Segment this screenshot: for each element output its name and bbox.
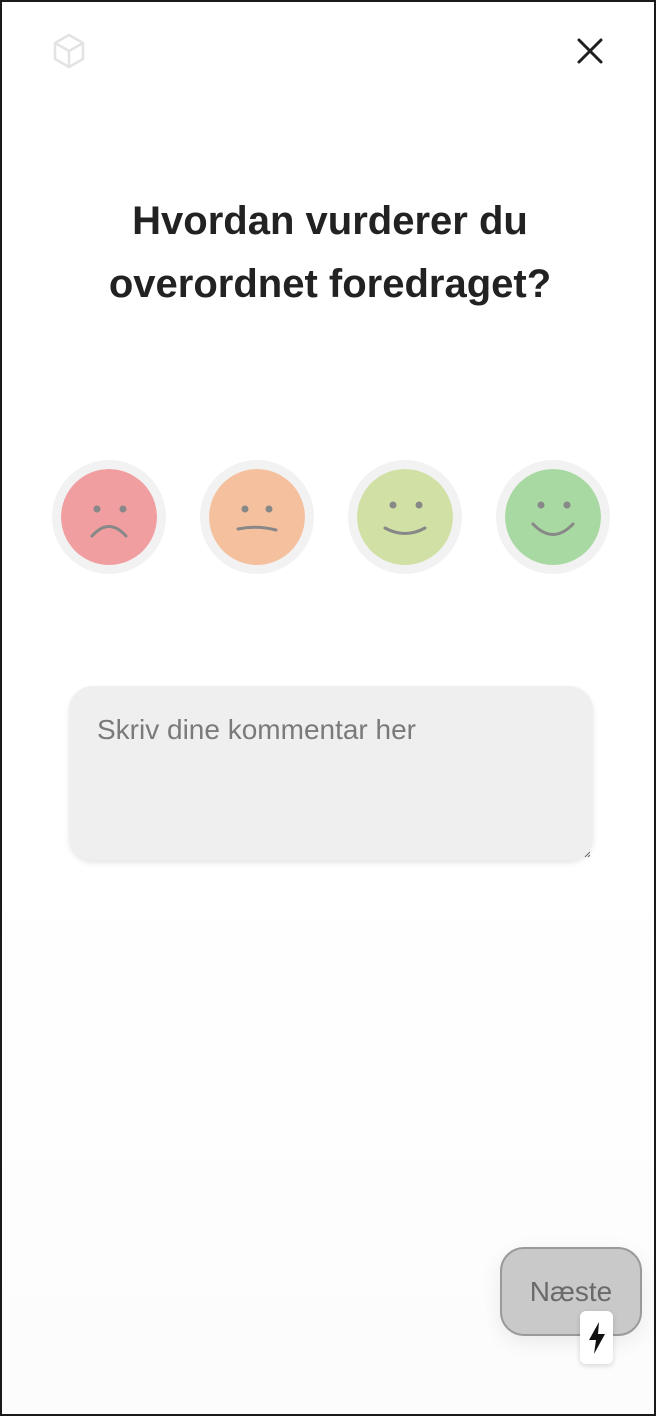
cube-icon <box>53 33 85 69</box>
lightning-bolt-icon <box>588 1321 605 1354</box>
rating-options <box>52 460 610 574</box>
sad-face-fill <box>61 469 157 565</box>
happy-face-icon <box>505 469 601 565</box>
rating-very-bad-button[interactable] <box>52 460 166 574</box>
next-button[interactable]: Næste <box>500 1247 642 1336</box>
feedback-screen: Hvordan vurderer du overordnet foredrage… <box>0 0 656 1416</box>
rating-bad-button[interactable] <box>200 460 314 574</box>
question-title: Hvordan vurderer du overordnet foredrage… <box>108 199 552 306</box>
comment-input[interactable] <box>69 686 593 860</box>
rating-good-button[interactable] <box>348 460 462 574</box>
rating-very-good-button[interactable] <box>496 460 610 574</box>
slight-smile-face-icon <box>357 469 453 565</box>
lightning-badge[interactable] <box>580 1311 613 1364</box>
close-icon <box>577 38 603 64</box>
next-button-label: Næste <box>529 1275 613 1307</box>
neutral-face-fill <box>209 469 305 565</box>
happy-face-fill <box>505 469 601 565</box>
slight-smile-face-fill <box>357 469 453 565</box>
close-button[interactable] <box>568 31 612 71</box>
neutral-face-icon <box>209 469 305 565</box>
resize-grip-icon[interactable] <box>583 850 591 858</box>
sad-face-icon <box>61 469 157 565</box>
comment-box <box>69 686 593 860</box>
